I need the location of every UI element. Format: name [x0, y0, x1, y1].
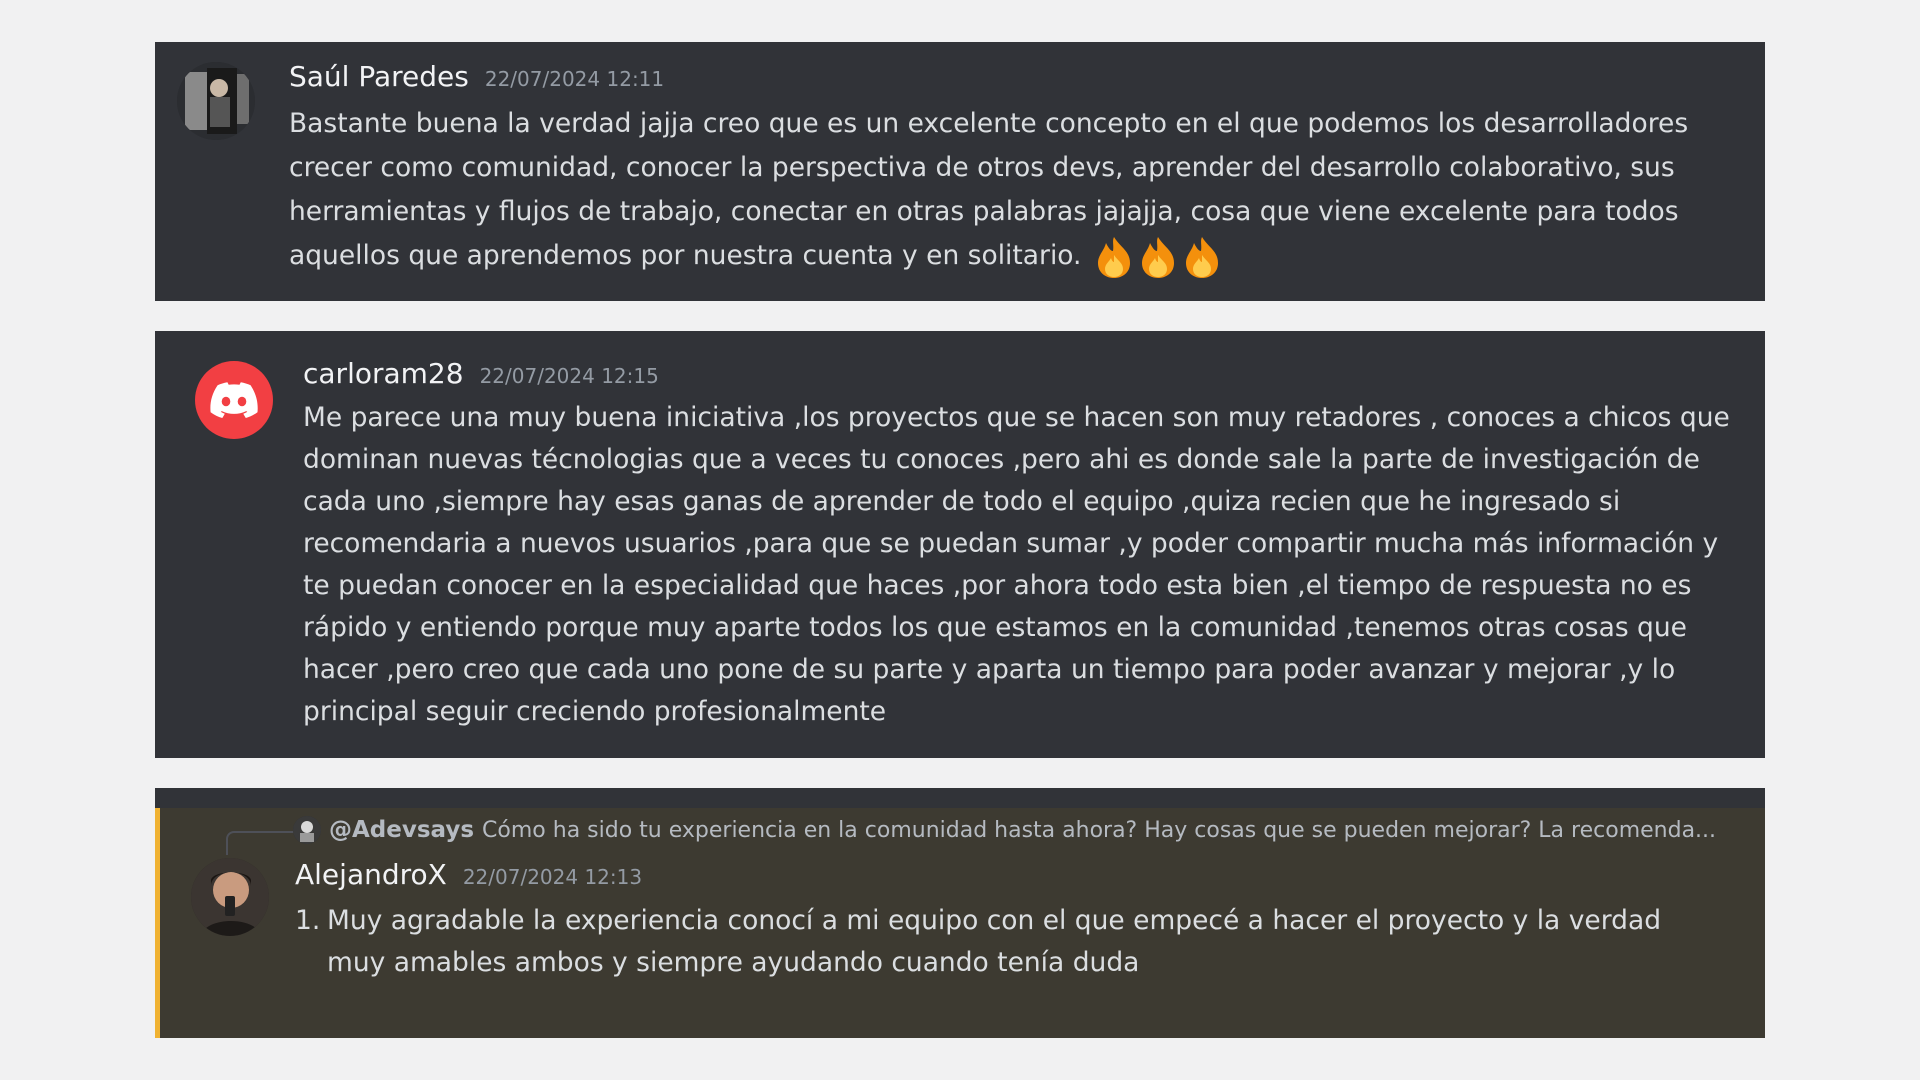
avatar[interactable] — [195, 361, 273, 439]
timestamp[interactable]: 22/07/2024 12:15 — [480, 364, 659, 388]
message-text: Bastante buena la verdad jajja creo que … — [289, 108, 1689, 271]
username[interactable]: carloram28 — [303, 357, 464, 390]
reply-preview[interactable]: @Adevsays Cómo ha sido tu experiencia en… — [293, 816, 1716, 844]
timestamp[interactable]: 22/07/2024 12:11 — [485, 67, 664, 91]
list-number: 1. — [295, 905, 321, 936]
list-item: Muy agradable la experiencia conocí a mi… — [327, 905, 1662, 978]
avatar[interactable] — [191, 858, 269, 936]
reply-author[interactable]: @Adevsays — [329, 817, 474, 843]
message-header: carloram28 22/07/2024 12:15 — [303, 357, 659, 390]
reply-connector — [226, 831, 294, 855]
emoji-group — [1094, 235, 1226, 279]
ordered-list: 1. Muy agradable la experiencia conocí a… — [295, 900, 1715, 984]
fire-emoji-icon — [1185, 236, 1218, 278]
message-card: Saúl Paredes 22/07/2024 12:11 Bastante b… — [155, 42, 1765, 301]
message-card: carloram28 22/07/2024 12:15 Me parece un… — [155, 331, 1765, 758]
reply-avatar[interactable] — [293, 816, 321, 844]
avatar[interactable] — [177, 62, 255, 140]
mention-bar — [155, 808, 160, 1038]
reply-text[interactable]: Cómo ha sido tu experiencia en la comuni… — [482, 818, 1716, 843]
fire-emoji-icon — [1141, 236, 1174, 278]
message-card: @Adevsays Cómo ha sido tu experiencia en… — [155, 788, 1765, 1038]
message-content: Bastante buena la verdad jajja creo que … — [289, 102, 1729, 279]
username[interactable]: Saúl Paredes — [289, 60, 469, 93]
message-text: Me parece una muy buena iniciativa ,los … — [303, 402, 1730, 727]
message-header: AlejandroX 22/07/2024 12:13 — [295, 858, 642, 891]
timestamp[interactable]: 22/07/2024 12:13 — [463, 865, 642, 889]
fire-emoji-icon — [1097, 236, 1130, 278]
message-header: Saúl Paredes 22/07/2024 12:11 — [289, 60, 664, 93]
discord-logo-icon — [210, 382, 258, 418]
username[interactable]: AlejandroX — [295, 858, 447, 891]
